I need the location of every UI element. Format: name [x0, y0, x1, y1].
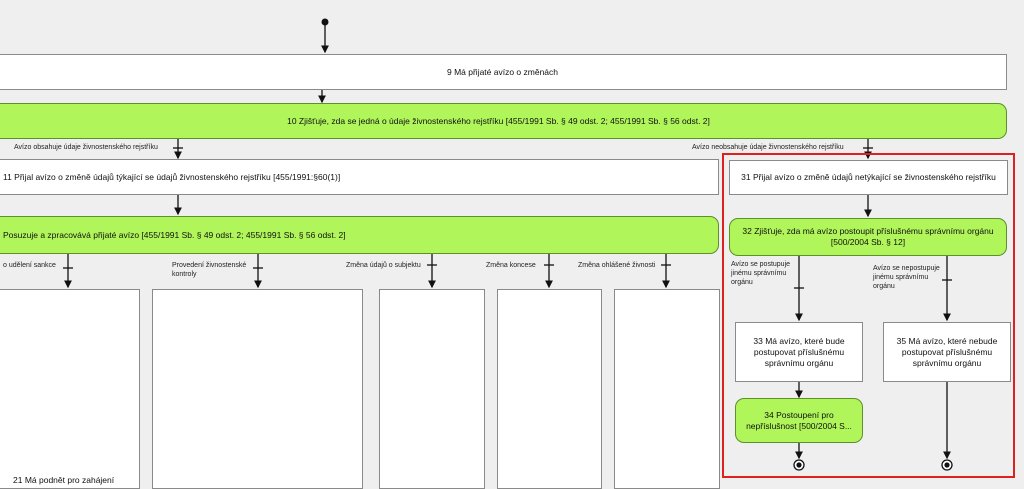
guard-zmena-udaju: Změna údajů o subjektu	[346, 262, 421, 269]
guard-udeleni-sankce: o udělení sankce	[3, 262, 56, 269]
node-kontrola[interactable]	[152, 289, 363, 489]
guard-provedeni-kontroly: Provedení živnostenské kontroly	[172, 262, 247, 278]
node-9[interactable]: 9 Má přijaté avízo o změnách	[0, 54, 1007, 90]
node-9-label: 9 Má přijaté avízo o změnách	[446, 66, 559, 77]
node-35-label: 35 Má avízo, které nebude postupovat pří…	[896, 335, 998, 368]
node-zmena-ohlasene[interactable]	[614, 289, 720, 489]
node-posuzuje[interactable]: Posuzuje a zpracovává přijaté avízo [455…	[0, 216, 719, 254]
node-32-label: 32 Zjišťuje, zda má avízo postoupit přís…	[742, 226, 994, 247]
node-posuzuje-label: Posuzuje a zpracovává přijaté avízo [455…	[3, 229, 346, 240]
guard-postupuje: Avízo se postupuje jinému správnímu orgá…	[731, 261, 791, 286]
node-31[interactable]: 31 Přijal avízo o změně údajů netýkající…	[729, 160, 1008, 195]
node-33-label: 33 Má avízo, které bude postupovat přísl…	[753, 335, 845, 368]
guard-avizo-obsahuje: Avízo obsahuje údaje živnostenského rejs…	[14, 144, 158, 151]
guard-nepostupuje: Avízo se nepostupuje jinému správnímu or…	[873, 265, 940, 290]
node-10[interactable]: 10 Zjišťuje, zda se jedná o údaje živnos…	[0, 103, 1007, 139]
start-node	[321, 18, 329, 26]
node-35[interactable]: 35 Má avízo, které nebude postupovat pří…	[883, 322, 1011, 382]
node-32[interactable]: 32 Zjišťuje, zda má avízo postoupit přís…	[729, 218, 1007, 256]
node-31-label: 31 Přijal avízo o změně údajů netýkající…	[741, 172, 996, 182]
node-11-label: 11 Přijal avízo o změně údajů týkající s…	[3, 171, 341, 182]
guard-avizo-neobsahuje: Avízo neobsahuje údaje živnostenského re…	[692, 144, 844, 151]
guard-zmena-ohlasene: Změna ohlášené živnosti	[578, 262, 656, 269]
node-34-label: 34 Postoupení pro nepříslušnost [500/200…	[746, 409, 852, 431]
node-21-label: 21 Má podnět pro zahájení	[13, 475, 115, 485]
node-34[interactable]: 34 Postoupení pro nepříslušnost [500/200…	[735, 398, 863, 443]
node-zmena-udaju[interactable]	[379, 289, 485, 489]
node-10-label: 10 Zjišťuje, zda se jedná o údaje živnos…	[287, 115, 710, 126]
node-21[interactable]: 21 Má podnět pro zahájení	[0, 289, 140, 489]
node-zmena-koncese[interactable]	[497, 289, 602, 489]
guard-zmena-koncese: Změna koncese	[486, 262, 536, 269]
node-11[interactable]: 11 Přijal avízo o změně údajů týkající s…	[0, 159, 719, 195]
node-33[interactable]: 33 Má avízo, které bude postupovat přísl…	[735, 322, 863, 382]
